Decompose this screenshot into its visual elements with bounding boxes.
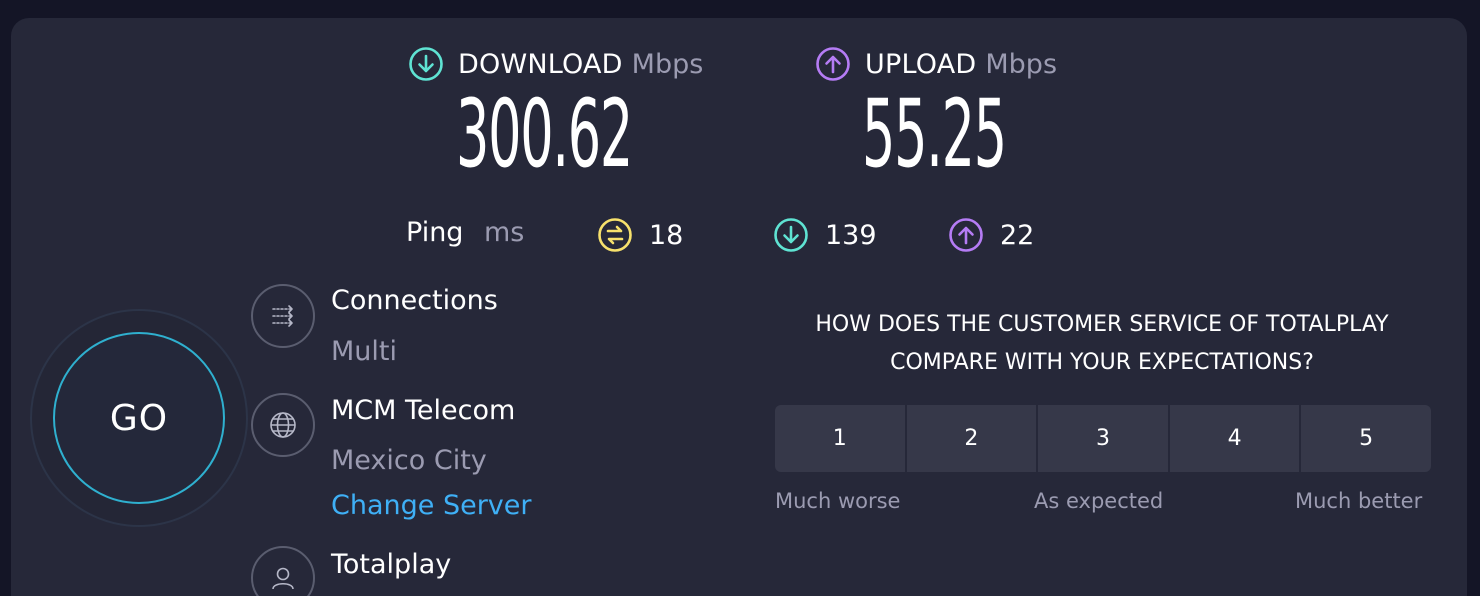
rating-scale: 1 2 3 4 5	[775, 405, 1431, 472]
ping-upload-value: 22	[1000, 219, 1035, 251]
download-header: DOWNLOAD Mbps	[408, 46, 703, 82]
arrow-up-circle-icon	[816, 47, 850, 81]
upload-unit: Mbps	[985, 48, 1058, 80]
rating-option-5[interactable]: 5	[1301, 405, 1431, 472]
globe-icon	[270, 412, 296, 438]
ping-download: 139	[773, 217, 877, 253]
ping-idle: 18	[597, 217, 683, 253]
rating-option-2[interactable]: 2	[906, 405, 1039, 472]
ping-upload: 22	[948, 217, 1034, 253]
rating-mid-label: As expected	[1034, 489, 1164, 513]
upload-label: UPLOAD	[865, 48, 977, 80]
connections-title: Connections	[331, 285, 498, 316]
go-button[interactable]: GO	[53, 332, 225, 504]
connections-icon-badge	[251, 284, 315, 348]
download-speed-value: 300.62	[456, 80, 633, 189]
download-unit: Mbps	[631, 48, 704, 80]
ping-download-value: 139	[825, 219, 877, 251]
provider-name: Totalplay	[331, 549, 452, 580]
ping-idle-value: 18	[649, 219, 684, 251]
rating-option-1[interactable]: 1	[775, 405, 907, 472]
ping-unit: ms	[484, 217, 525, 248]
upload-speed-value: 55.25	[862, 80, 1007, 189]
ping-label: Ping	[406, 217, 464, 248]
change-server-link[interactable]: Change Server	[331, 490, 532, 521]
rating-option-3[interactable]: 3	[1038, 405, 1170, 472]
connections-value: Multi	[331, 336, 397, 367]
server-location: Mexico City	[331, 445, 487, 476]
user-icon	[272, 567, 294, 590]
arrow-down-circle-icon	[409, 47, 443, 81]
server-name: MCM Telecom	[331, 395, 516, 426]
arrow-down-circle-icon	[774, 218, 808, 252]
upload-header: UPLOAD Mbps	[815, 46, 1057, 82]
rating-low-label: Much worse	[775, 489, 901, 513]
download-label: DOWNLOAD	[458, 48, 623, 80]
rating-high-label: Much better	[1295, 489, 1423, 513]
survey-question: HOW DOES THE CUSTOMER SERVICE OF TOTALPL…	[815, 312, 1389, 375]
server-icon-badge	[251, 393, 315, 457]
connections-arrows-icon	[272, 305, 293, 327]
rating-option-4[interactable]: 4	[1169, 405, 1302, 472]
ping-exchange-icon	[598, 218, 632, 252]
arrow-up-circle-icon	[949, 218, 983, 252]
